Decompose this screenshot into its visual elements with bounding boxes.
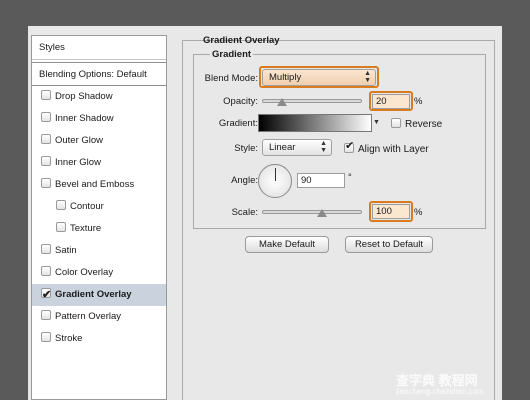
sidebar-item-label: Texture [70, 223, 102, 234]
watermark-url: jiaocheng.chazidian.com [396, 387, 484, 396]
scale-label: Scale: [231, 207, 258, 218]
angle-input[interactable]: 90 [297, 173, 345, 188]
sidebar-item-inner-shadow[interactable]: Inner Shadow [32, 108, 166, 130]
sidebar-item-label: Contour [70, 201, 104, 212]
sidebar-item-checkbox[interactable] [41, 112, 51, 122]
angle-degree: ° [348, 172, 352, 183]
opacity-label: Opacity: [223, 96, 258, 107]
sidebar-item-label: Satin [55, 245, 77, 256]
sidebar-item-checkbox[interactable] [41, 178, 51, 188]
reverse-checkbox[interactable] [391, 118, 401, 128]
sidebar-item-checkbox[interactable] [41, 266, 51, 276]
group-title: Gradient [210, 49, 254, 60]
layer-style-dialog: Styles Blending Options: Default Drop Sh… [28, 26, 502, 400]
sidebar-item-label: Stroke [55, 333, 83, 344]
sidebar-item-inner-glow[interactable]: Inner Glow [32, 152, 166, 174]
sidebar-item-checkbox[interactable] [41, 332, 51, 342]
gradient-dropdown-icon[interactable]: ▼ [373, 114, 380, 132]
align-checkbox[interactable] [344, 139, 354, 153]
sidebar-item-gradient-overlay[interactable]: Gradient Overlay [32, 284, 166, 306]
sidebar-item-label: Color Overlay [55, 267, 114, 278]
style-label: Style: [234, 143, 258, 154]
sidebar-item-label: Bevel and Emboss [55, 179, 135, 190]
scale-percent: % [414, 207, 423, 218]
sidebar-item-bevel-and-emboss[interactable]: Bevel and Emboss [32, 174, 166, 196]
watermark-text: 查字典 教程网 [396, 373, 478, 388]
sidebar-item-checkbox[interactable] [41, 134, 51, 144]
sidebar-item-checkbox[interactable] [41, 310, 51, 320]
align-label: Align with Layer [358, 144, 429, 155]
make-default-button[interactable]: Make Default [245, 236, 329, 253]
sidebar-effects-list: Drop Shadow Inner Shadow Outer Glow Inner G… [32, 86, 166, 350]
sidebar-item-texture[interactable]: Texture [32, 218, 166, 240]
sidebar-item-stroke[interactable]: Stroke [32, 328, 166, 350]
sidebar-item-color-overlay[interactable]: Color Overlay [32, 262, 166, 284]
sidebar-item-outer-glow[interactable]: Outer Glow [32, 130, 166, 152]
sidebar-item-label: Pattern Overlay [55, 311, 121, 322]
sidebar-blending-options[interactable]: Blending Options: Default [32, 62, 166, 86]
blend-mode-value: Multiply [269, 72, 302, 83]
angle-label: Angle: [231, 175, 258, 186]
sidebar-item-label: Inner Shadow [55, 113, 114, 124]
sidebar-item-label: Gradient Overlay [55, 289, 132, 300]
gradient-label: Gradient: [218, 118, 258, 129]
scale-slider-thumb[interactable] [317, 209, 327, 217]
sidebar-item-checkbox[interactable] [41, 284, 51, 306]
opacity-slider-thumb[interactable] [277, 98, 287, 106]
align-with-layer-option[interactable]: Align with Layer [344, 139, 429, 155]
styles-sidebar: Styles Blending Options: Default Drop Sh… [31, 35, 167, 400]
sidebar-item-checkbox[interactable] [56, 200, 66, 210]
blend-mode-select[interactable]: Multiply ▲ ▼ [262, 69, 376, 86]
sidebar-item-checkbox[interactable] [41, 244, 51, 254]
sidebar-item-checkbox[interactable] [41, 90, 51, 100]
sidebar-styles-header[interactable]: Styles [32, 36, 166, 60]
sidebar-item-checkbox[interactable] [41, 156, 51, 166]
opacity-percent: % [414, 96, 423, 107]
sidebar-item-pattern-overlay[interactable]: Pattern Overlay [32, 306, 166, 328]
scale-slider[interactable] [262, 210, 362, 214]
reverse-option[interactable]: Reverse [391, 118, 442, 130]
select-arrows-icon: ▲ ▼ [320, 140, 327, 154]
angle-dial-needle [275, 168, 276, 181]
sidebar-item-checkbox[interactable] [56, 222, 66, 232]
style-value: Linear [269, 142, 296, 153]
select-arrows-icon: ▲ ▼ [364, 70, 371, 84]
sidebar-item-contour[interactable]: Contour [32, 196, 166, 218]
style-select[interactable]: Linear ▲ ▼ [262, 139, 332, 156]
reset-to-default-button[interactable]: Reset to Default [345, 236, 433, 253]
panel-title: Gradient Overlay [203, 35, 280, 46]
scale-input[interactable]: 100 [372, 204, 410, 219]
angle-dial[interactable] [258, 164, 292, 198]
sidebar-item-label: Drop Shadow [55, 91, 113, 102]
opacity-input[interactable]: 20 [372, 94, 410, 109]
sidebar-item-satin[interactable]: Satin [32, 240, 166, 262]
sidebar-item-label: Outer Glow [55, 135, 104, 146]
blend-mode-label: Blend Mode: [204, 73, 258, 84]
reverse-label: Reverse [405, 119, 443, 130]
gradient-swatch[interactable] [258, 114, 372, 132]
sidebar-item-drop-shadow[interactable]: Drop Shadow [32, 86, 166, 108]
sidebar-item-label: Inner Glow [55, 157, 101, 168]
